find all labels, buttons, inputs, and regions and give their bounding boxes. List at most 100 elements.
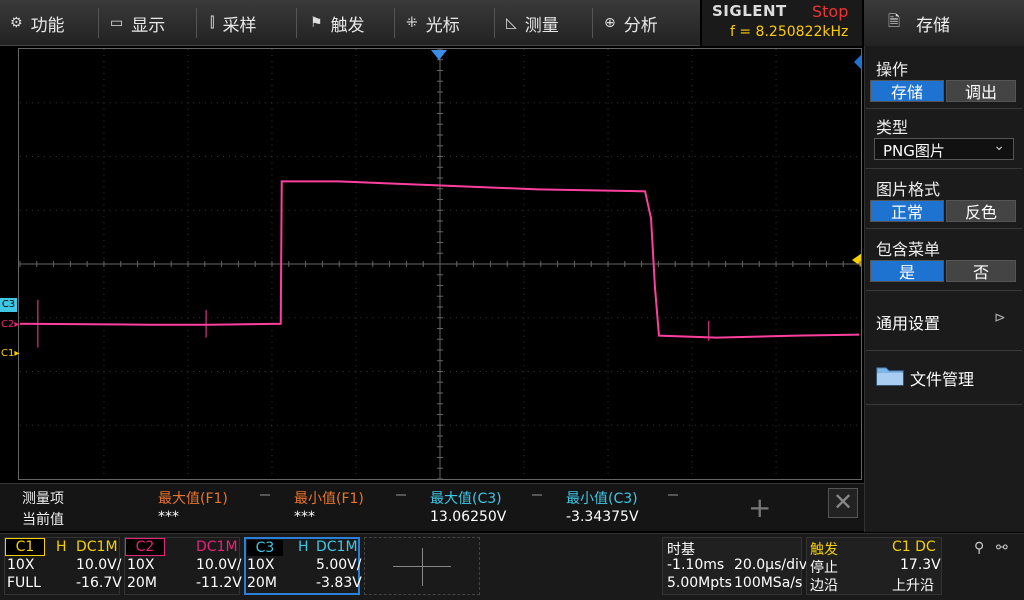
c3-coupling: DC1M (316, 539, 358, 555)
menu-analysis[interactable]: ⊕ 分析 (604, 0, 658, 46)
run-state[interactable]: Stop (812, 2, 848, 21)
gear-icon: ⚙ (10, 15, 23, 31)
col-divider (260, 494, 270, 496)
c3-bandwidth: 20M (247, 575, 277, 591)
memory-depth: 5.00Mpts (667, 575, 732, 591)
usb-icon: ⚲ (974, 540, 985, 556)
add-measure-icon[interactable]: + (748, 494, 771, 522)
c2-offset-marker[interactable]: C2▸ (1, 319, 19, 330)
network-icon: ⚯ (996, 540, 1008, 556)
grid-lines (19, 49, 861, 479)
trigger-state: 停止 (810, 560, 838, 576)
include-menu-label: 包含菜单 (876, 240, 941, 259)
add-channel-slot[interactable] (364, 537, 480, 595)
acquire-icon: ⫿ (210, 15, 215, 31)
measure-col-name[interactable]: 最大值(C3) (430, 488, 502, 508)
menu-label: 显示 (131, 15, 166, 36)
sample-rate: 100MSa/s (734, 575, 803, 591)
c2-bandwidth: 20M (127, 575, 157, 591)
waveform-grid[interactable] (18, 48, 862, 480)
chevron-right-icon: ⊳ (994, 310, 1006, 326)
measure-col-name[interactable]: 最小值(C3) (566, 488, 638, 508)
menu-label: 功能 (30, 15, 65, 36)
c1-bandwidth: FULL (7, 575, 41, 591)
c2-coupling: DC1M (196, 539, 238, 555)
measure-row-label: 当前值 (22, 512, 64, 528)
operation-label: 操作 (876, 60, 909, 79)
type-label: 类型 (876, 118, 909, 137)
c1-coupling: DC1M (76, 539, 118, 555)
panel-title: 存储 (916, 15, 951, 36)
yes-option[interactable]: 是 (870, 260, 944, 282)
image-format-label: 图片格式 (876, 180, 941, 199)
panel-header: 🗎 存储 (864, 0, 1024, 46)
flag-icon: ⚑ (310, 15, 323, 31)
normal-option[interactable]: 正常 (870, 200, 944, 222)
col-divider (396, 494, 406, 496)
menu-trigger[interactable]: ⚑ 触发 (310, 0, 365, 46)
general-settings-item[interactable]: 通用设置 ⊳ (866, 292, 1022, 348)
trigger-source: C1 DC (892, 539, 936, 555)
folder-icon (876, 367, 904, 386)
top-menu-bar: ⚙ 功能 ▭ 显示 ⫿ 采样 ⚑ 触发 ⁜ 光标 ◺ 测量 ⊕ 分析 (0, 0, 700, 46)
chevron-down-icon: ⌄ (993, 138, 1005, 154)
brand-logo: SIGLENT (712, 2, 787, 20)
frequency-readout: f = 8.250822kHz (730, 24, 849, 40)
timebase-scale: 20.0µs/div (734, 557, 808, 573)
recall-option[interactable]: 调出 (946, 80, 1016, 102)
general-settings-label: 通用设置 (876, 314, 941, 333)
col-divider (668, 494, 678, 496)
invert-option[interactable]: 反色 (946, 200, 1016, 222)
display-icon: ▭ (110, 15, 124, 31)
c3-h-flag: H (298, 539, 309, 555)
col-divider (532, 494, 542, 496)
trigger-level: 17.3V (900, 557, 941, 573)
measure-col-value: *** (294, 509, 315, 525)
channel-c3-name: C3 (247, 540, 283, 556)
menu-acquire[interactable]: ⫿ 采样 (210, 0, 256, 46)
no-option[interactable]: 否 (946, 260, 1016, 282)
file-manager-item[interactable]: 文件管理 (866, 352, 1022, 402)
c3-offset-marker[interactable]: C3 (0, 298, 17, 312)
trigger-mode: 边沿 (810, 578, 838, 594)
document-icon: 🗎 (888, 11, 901, 30)
menu-label: 光标 (425, 15, 460, 36)
menu-label: 触发 (330, 15, 365, 36)
measure-icon: ◺ (506, 15, 517, 31)
c2-scale: 10.0V/ (196, 557, 242, 573)
menu-cursor[interactable]: ⁜ 光标 (406, 0, 460, 46)
menu-measure[interactable]: ◺ 测量 (506, 0, 559, 46)
menu-label: 测量 (524, 15, 559, 36)
cursor-icon: ⁜ (406, 15, 418, 31)
measure-col-value: 13.06250V (430, 509, 507, 525)
c3-probe: 10X (247, 557, 275, 573)
c3-scale: 5.00V/ (316, 557, 362, 573)
analysis-icon: ⊕ (604, 15, 616, 31)
trigger-position-marker[interactable] (431, 50, 447, 60)
menu-label: 采样 (222, 15, 257, 36)
file-manager-label: 文件管理 (910, 370, 975, 389)
channel-c1-name: C1 (5, 538, 45, 556)
c2-offset: -11.2V (196, 575, 242, 591)
save-option[interactable]: 存储 (870, 80, 944, 102)
c1-scale: 10.0V/ (76, 557, 122, 573)
trigger-slope: 上升沿 (892, 578, 934, 594)
measure-col-value: *** (158, 509, 179, 525)
menu-label: 分析 (623, 15, 658, 36)
channel-c2-name: C2 (125, 538, 165, 556)
measure-col-name[interactable]: 最大值(F1) (158, 488, 228, 508)
close-icon[interactable]: ✕ (828, 488, 858, 518)
measure-col-value: -3.34375V (566, 509, 639, 525)
menu-display[interactable]: ▭ 显示 (110, 0, 165, 46)
c1-offset-marker[interactable]: C1▸ (1, 348, 19, 359)
menu-function[interactable]: ⚙ 功能 (10, 0, 65, 46)
c1-h-flag: H (56, 539, 67, 555)
type-value: PNG图片 (883, 142, 945, 160)
c3-offset: -3.83V (316, 575, 362, 591)
c1-offset: -16.7V (76, 575, 122, 591)
timebase-delay: -1.10ms (667, 557, 725, 573)
c1-probe: 10X (7, 557, 35, 573)
type-select[interactable]: PNG图片 ⌄ (874, 138, 1014, 160)
measure-col-name[interactable]: 最小值(F1) (294, 488, 364, 508)
trigger-label: 触发 (810, 542, 838, 558)
